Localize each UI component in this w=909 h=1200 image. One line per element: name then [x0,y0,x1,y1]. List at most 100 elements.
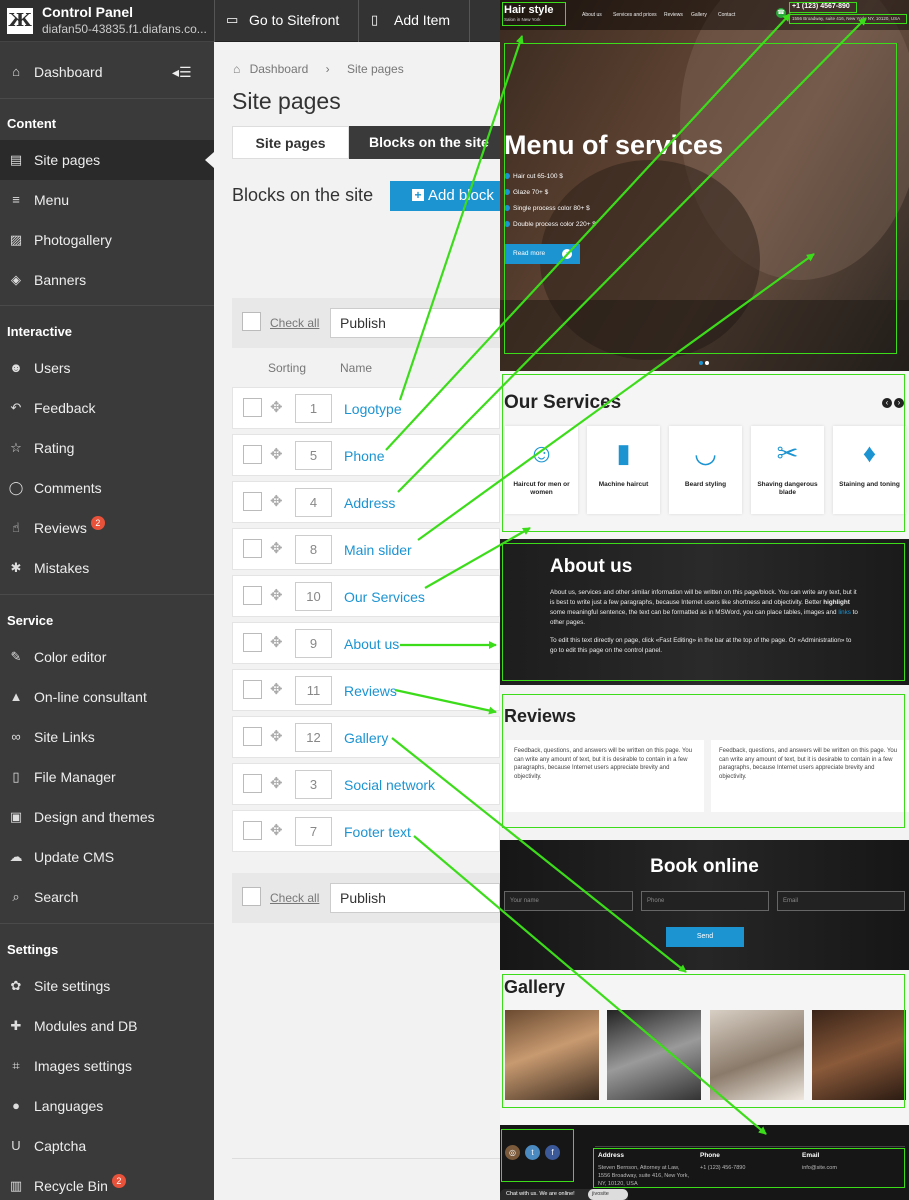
drag-handle-icon[interactable]: ✥ [270,539,283,557]
sidebar-item-on-line-consultant[interactable]: ▲ On-line consultant [0,677,214,717]
nav-reviews[interactable]: Reviews [664,12,683,18]
row-checkbox[interactable] [243,445,262,464]
drag-handle-icon[interactable]: ✥ [270,727,283,745]
your-name-input[interactable]: Your name [504,891,633,911]
sidebar-item-menu[interactable]: ≡ Menu [0,180,214,220]
collapse-menu-icon[interactable]: ◂☰ [172,52,192,92]
drag-handle-icon[interactable]: ✥ [270,680,283,698]
block-name-link[interactable]: About us [344,636,399,652]
check-all-checkbox[interactable] [242,312,261,331]
row-checkbox[interactable] [243,680,262,699]
email-input[interactable]: Email [777,891,905,911]
breadcrumb-dashboard-link[interactable]: Dashboard [250,62,309,76]
row-checkbox[interactable] [243,539,262,558]
slider-dot[interactable] [705,361,709,365]
check-all-link[interactable]: Check all [270,316,319,330]
brand-header[interactable]: Ж Control Panel diafan50-43835.f1.diafan… [0,0,214,42]
action-select[interactable]: Publish [330,883,500,913]
image-icon: ▨ [9,232,23,247]
chat-widget[interactable]: Chat with us. We are online! jivosite [500,1189,628,1200]
nav-gallery[interactable]: Gallery [691,12,707,18]
add-item-button[interactable]: ▯ Add Item [359,0,469,42]
sidebar-item-recycle-bin[interactable]: ▥ Recycle Bin 2 [0,1166,214,1200]
sidebar-item-update-cms[interactable]: ☁ Update CMS [0,837,214,877]
column-header-sorting[interactable]: Sorting [268,361,306,375]
drag-handle-icon[interactable]: ✥ [270,821,283,839]
drag-handle-icon[interactable]: ✥ [270,774,283,792]
block-name-link[interactable]: Address [344,495,395,511]
block-name-link[interactable]: Reviews [344,683,397,699]
slider-dot[interactable] [699,361,703,365]
sidebar-item-dashboard[interactable]: ⌂ Dashboard ◂☰ [0,52,214,92]
sort-input[interactable]: 3 [295,770,332,799]
drag-handle-icon[interactable]: ✥ [270,633,283,651]
phone-input[interactable]: Phone [641,891,769,911]
drag-handle-icon[interactable]: ✥ [270,445,283,463]
highlight-reviews [502,694,905,828]
drag-handle-icon[interactable]: ✥ [270,398,283,416]
sort-input[interactable]: 5 [295,441,332,470]
sort-input[interactable]: 11 [295,676,332,705]
block-name-link[interactable]: Footer text [344,824,411,840]
row-checkbox[interactable] [243,492,262,511]
block-name-link[interactable]: Gallery [344,730,388,746]
sort-input[interactable]: 8 [295,535,332,564]
sidebar-item-banners[interactable]: ◈ Banners [0,260,214,300]
action-select[interactable]: Publish [330,308,500,338]
sort-input[interactable]: 1 [295,394,332,423]
block-name-link[interactable]: Phone [344,448,384,464]
column-header-name[interactable]: Name [340,361,372,375]
block-name-link[interactable]: Social network [344,777,435,793]
row-checkbox[interactable] [243,774,262,793]
sidebar-item-photogallery[interactable]: ▨ Photogallery [0,220,214,260]
check-all-checkbox[interactable] [242,887,261,906]
sidebar-item-site-pages[interactable]: ▤ Site pages [0,140,214,180]
sidebar-item-color-editor[interactable]: ✎ Color editor [0,637,214,677]
add-block-button[interactable]: + Add block [390,181,500,211]
block-name-link[interactable]: Main slider [344,542,412,558]
sort-input[interactable]: 4 [295,488,332,517]
nav-contact[interactable]: Contact [718,12,735,18]
row-checkbox[interactable] [243,633,262,652]
sidebar-item-languages[interactable]: ● Languages [0,1086,214,1126]
sidebar-item-reviews[interactable]: ☝ Reviews 2 [0,508,214,548]
sort-input[interactable]: 12 [295,723,332,752]
sort-input[interactable]: 7 [295,817,332,846]
go-to-sitefront-button[interactable]: ▭ Go to Sitefront [214,0,358,42]
sidebar-item-search[interactable]: ⌕ Search [0,877,214,917]
nav-about-us[interactable]: About us [582,12,602,18]
sidebar-item-rating[interactable]: ☆ Rating [0,428,214,468]
sidebar-item-label: Color editor [34,649,107,665]
sidebar-item-mistakes[interactable]: ✱ Mistakes [0,548,214,588]
home-icon[interactable]: ⌂ [233,62,240,76]
row-checkbox[interactable] [243,821,262,840]
sidebar-item-captcha[interactable]: U Captcha [0,1126,214,1166]
block-name-link[interactable]: Our Services [344,589,425,605]
nav-services[interactable]: Services and prices [613,12,657,18]
sidebar-item-comments[interactable]: ◯ Comments [0,468,214,508]
check-all-link[interactable]: Check all [270,891,319,905]
sidebar-item-label: Site pages [34,152,101,168]
sidebar-item-modules-and-db[interactable]: ✚ Modules and DB [0,1006,214,1046]
sidebar-item-images-settings[interactable]: ⌗ Images settings [0,1046,214,1086]
sidebar-item-feedback[interactable]: ↶ Feedback [0,388,214,428]
send-button[interactable]: Send [666,927,744,947]
row-checkbox[interactable] [243,398,262,417]
sort-input[interactable]: 10 [295,582,332,611]
row-checkbox[interactable] [243,727,262,746]
row-checkbox[interactable] [243,586,262,605]
puzzle-icon: ✚ [10,1018,22,1033]
sidebar-item-file-manager[interactable]: ▯ File Manager [0,757,214,797]
sidebar-item-site-settings[interactable]: ✿ Site settings [0,966,214,1006]
sidebar-item-site-links[interactable]: ∞ Site Links [0,717,214,757]
highlight-our-services [502,374,905,532]
tab-site-pages[interactable]: Site pages [232,126,349,159]
drag-handle-icon[interactable]: ✥ [270,586,283,604]
sort-input[interactable]: 9 [295,629,332,658]
bulk-actions-top: Check all Publish [232,298,500,348]
sidebar-item-design-and-themes[interactable]: ▣ Design and themes [0,797,214,837]
drag-handle-icon[interactable]: ✥ [270,492,283,510]
sidebar-item-users[interactable]: ☻ Users [0,348,214,388]
block-name-link[interactable]: Logotype [344,401,402,417]
tab-blocks-on-the-site[interactable]: Blocks on the site [349,126,500,159]
